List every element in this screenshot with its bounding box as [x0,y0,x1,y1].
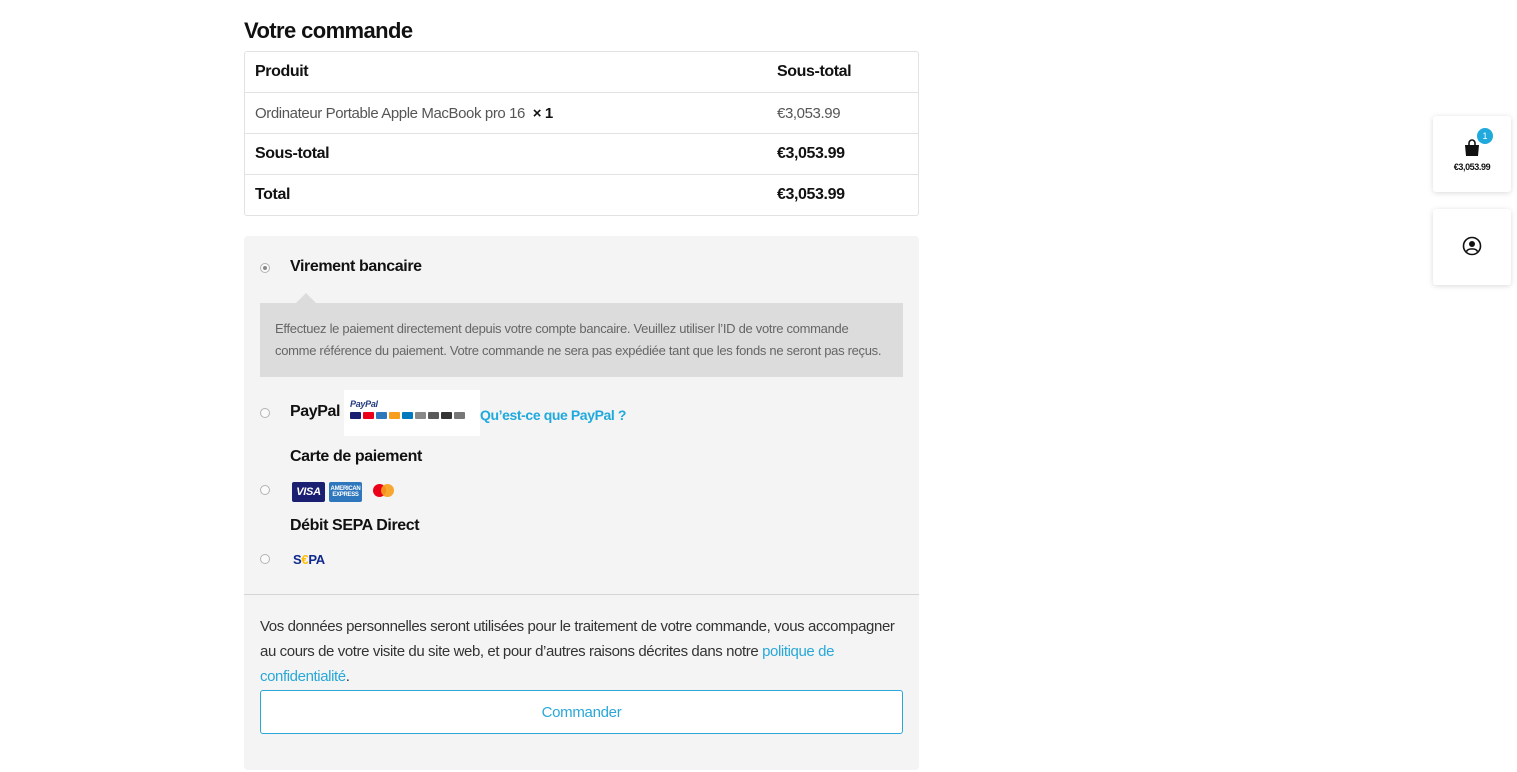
privacy-notice: Vos données personnelles seront utilisée… [260,618,895,685]
label-bank-transfer[interactable]: Virement bancaire [290,258,422,276]
total-label: Total [245,174,765,215]
payment-methods-box: Virement bancaire Effectuez le paiement … [244,236,919,770]
subtotal-row: Sous-total €3,053.99 [245,133,918,174]
subtotal-value: €3,053.99 [765,133,918,174]
col-header-subtotal: Sous-total [777,63,852,80]
cart-count-badge: 1 [1477,128,1493,144]
total-value: €3,053.99 [765,174,918,215]
user-account-icon [1462,236,1482,256]
radio-card-payment[interactable] [260,485,270,495]
product-price: €3,053.99 [765,92,918,133]
table-row: Ordinateur Portable Apple MacBook pro 16… [245,92,918,133]
visa-icon: VISA [292,482,325,502]
product-qty: × 1 [532,104,553,122]
order-title: Votre commande [244,18,413,43]
cart-total: €3,053.99 [1453,162,1491,172]
subtotal-label: Sous-total [245,133,765,174]
sepa-icon: S€PA [293,552,325,567]
place-order-button[interactable]: Commander [260,690,903,734]
divider [244,594,919,595]
radio-paypal[interactable] [260,408,270,418]
what-is-paypal-link[interactable]: Qu’est-ce que PayPal ? [480,407,626,423]
total-row: Total €3,053.99 [245,174,918,215]
table-header-row: Produit Sous-total [245,52,918,92]
label-sepa[interactable]: Débit SEPA Direct [290,517,420,535]
mini-cart-widget[interactable]: 1 €3,053.99 [1433,116,1511,192]
order-summary-table: Produit Sous-total Ordinateur Portable A… [244,51,919,216]
radio-bank-transfer[interactable] [260,263,270,273]
label-paypal[interactable]: PayPal [290,403,340,421]
account-widget[interactable] [1433,209,1511,285]
amex-icon: AMERICAN EXPRESS [329,482,362,502]
paypal-acceptance-logo: PayPal [344,390,480,436]
paypal-logo-text: PayPal [350,399,378,409]
product-name: Ordinateur Portable Apple MacBook pro 16 [255,104,526,122]
card-logos: VISA AMERICAN EXPRESS [292,482,400,502]
col-header-product: Produit [255,63,309,80]
mastercard-icon [370,482,400,502]
product-cell: Ordinateur Portable Apple MacBook pro 16… [245,92,765,133]
bank-transfer-description: Effectuez le paiement directement depuis… [260,293,903,377]
radio-sepa[interactable] [260,554,270,564]
paypal-card-strip [350,412,474,419]
label-card-payment[interactable]: Carte de paiement [290,448,422,466]
